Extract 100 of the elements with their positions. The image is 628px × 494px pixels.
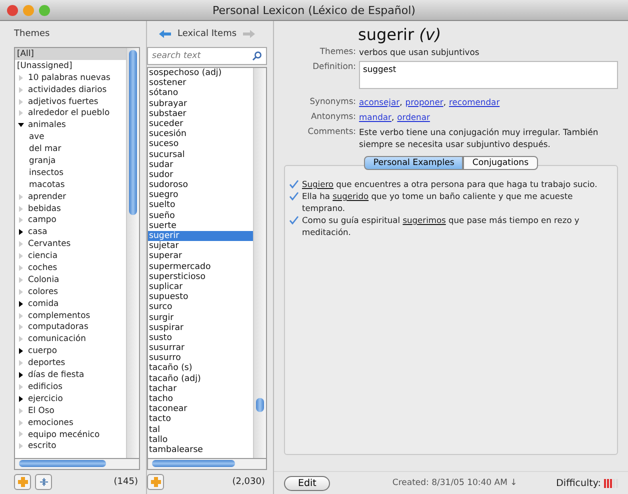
- theme-item[interactable]: computadoras: [15, 321, 126, 334]
- theme-item[interactable]: comida: [15, 298, 126, 310]
- lexical-item[interactable]: tacho: [148, 394, 253, 404]
- disclosure-triangle-icon[interactable]: [19, 396, 23, 402]
- theme-item[interactable]: casa: [15, 226, 126, 238]
- theme-item[interactable]: equipo mecénico: [15, 428, 126, 440]
- lexical-item[interactable]: substaer: [148, 108, 253, 119]
- lexical-item[interactable]: tacto: [148, 414, 253, 425]
- lexical-item[interactable]: tal: [148, 424, 253, 435]
- lexical-item[interactable]: suerte: [148, 220, 253, 231]
- lexical-item[interactable]: susurro: [148, 353, 253, 364]
- theme-item[interactable]: edificios: [15, 380, 126, 393]
- lexical-item[interactable]: sueño: [148, 210, 253, 221]
- lexical-item[interactable]: subrayar: [148, 98, 253, 109]
- lexical-item[interactable]: sospechoso (adj): [148, 68, 253, 78]
- theme-item[interactable]: Colonia: [15, 274, 126, 286]
- lexical-item[interactable]: supermercado: [148, 262, 253, 272]
- lexical-item[interactable]: tambalearse: [148, 444, 253, 456]
- lexical-item[interactable]: susto: [148, 332, 253, 344]
- lexical-item[interactable]: taconear: [148, 404, 253, 414]
- theme-item[interactable]: complementos: [15, 310, 126, 322]
- lexical-item[interactable]: tacaño (adj): [148, 374, 253, 384]
- search-icon[interactable]: [252, 51, 262, 61]
- theme-item[interactable]: colores: [15, 286, 126, 298]
- lexical-item[interactable]: sostener: [148, 78, 253, 88]
- theme-item[interactable]: animales: [15, 119, 126, 132]
- disclosure-triangle-icon[interactable]: [19, 348, 23, 354]
- disclosure-triangle-icon[interactable]: [19, 300, 23, 307]
- lexical-item[interactable]: sudar: [148, 160, 253, 170]
- theme-item[interactable]: insectos: [15, 166, 126, 179]
- theme-item[interactable]: ejercicio: [15, 392, 126, 405]
- tab[interactable]: Conjugations: [463, 156, 538, 170]
- theme-item[interactable]: escrito: [15, 440, 126, 452]
- lexical-item[interactable]: surgir: [148, 312, 253, 323]
- scrollbar[interactable]: [253, 68, 266, 458]
- back-arrow-icon[interactable]: [159, 29, 172, 39]
- lexical-item[interactable]: tacaño (s): [148, 363, 253, 374]
- lexical-item[interactable]: sudoroso: [148, 180, 253, 190]
- lexical-item[interactable]: suegro: [148, 190, 253, 200]
- lexical-item[interactable]: sujetar: [148, 241, 253, 252]
- theme-item[interactable]: macotas: [15, 178, 126, 191]
- theme-item[interactable]: granja: [15, 155, 126, 167]
- theme-item[interactable]: adjetivos fuertes: [15, 96, 126, 108]
- lexical-item[interactable]: suspirar: [148, 322, 253, 333]
- collapse-button[interactable]: [35, 474, 52, 490]
- lexical-item[interactable]: sugerir: [148, 231, 253, 242]
- theme-item[interactable]: coches: [15, 262, 126, 274]
- theme-item[interactable]: emociones: [15, 416, 126, 428]
- theme-item[interactable]: ciencia: [15, 250, 126, 262]
- theme-item[interactable]: bebidas: [15, 202, 126, 214]
- lexical-item[interactable]: suceso: [148, 139, 253, 150]
- synonym-link[interactable]: aconsejar: [359, 97, 400, 107]
- edit-button[interactable]: Edit: [284, 476, 330, 490]
- theme-item[interactable]: El Oso: [15, 404, 126, 417]
- lexical-item[interactable]: supersticioso: [148, 272, 253, 282]
- antonym-link[interactable]: ordenar: [397, 112, 430, 122]
- theme-item[interactable]: ave: [15, 131, 126, 144]
- lexical-item[interactable]: supuesto: [148, 292, 253, 302]
- antonym-link[interactable]: mandar: [359, 112, 392, 122]
- theme-item[interactable]: 10 palabras nuevas: [15, 72, 126, 84]
- theme-item[interactable]: Cervantes: [15, 238, 126, 250]
- theme-item[interactable]: [Unassigned]: [15, 60, 126, 72]
- theme-item[interactable]: del mar: [15, 143, 126, 156]
- lexical-item[interactable]: suelto: [148, 200, 253, 211]
- horizontal-scrollbar[interactable]: [14, 459, 140, 470]
- disclosure-triangle-icon[interactable]: [19, 229, 23, 236]
- scrollbar[interactable]: [126, 48, 139, 458]
- theme-item[interactable]: deportes: [15, 357, 126, 370]
- tab[interactable]: Personal Examples: [364, 156, 464, 170]
- lexical-item[interactable]: tallo: [148, 434, 253, 445]
- lexical-item[interactable]: susurrar: [148, 343, 253, 354]
- horizontal-scrollbar[interactable]: [147, 459, 267, 470]
- close-icon[interactable]: [7, 4, 18, 16]
- lexical-item[interactable]: sucursal: [148, 150, 253, 160]
- lexical-item[interactable]: suplicar: [148, 282, 253, 292]
- lexical-item[interactable]: suceder: [148, 118, 253, 130]
- theme-item[interactable]: [All]: [15, 48, 126, 60]
- theme-item[interactable]: aprender: [15, 190, 126, 203]
- theme-item[interactable]: alrededor el pueblo: [15, 107, 126, 120]
- lexical-item[interactable]: sótano: [148, 88, 253, 99]
- search-field[interactable]: search text: [147, 47, 267, 65]
- theme-item[interactable]: cuerpo: [15, 345, 126, 358]
- lexical-item[interactable]: tachar: [148, 384, 253, 394]
- zoom-icon[interactable]: [39, 4, 50, 16]
- lexical-item[interactable]: sudor: [148, 170, 253, 180]
- theme-item[interactable]: días de fiesta: [15, 369, 126, 381]
- theme-item[interactable]: actividades diarios: [15, 84, 126, 96]
- lexical-item[interactable]: surco: [148, 302, 253, 312]
- lexical-item[interactable]: superar: [148, 251, 253, 262]
- disclosure-triangle-icon[interactable]: [19, 372, 23, 378]
- lexical-item[interactable]: sucesión: [148, 129, 253, 140]
- definition-field[interactable]: suggest: [359, 61, 618, 89]
- add-button[interactable]: [14, 474, 31, 490]
- synonym-link[interactable]: proponer: [405, 97, 444, 107]
- disclosure-triangle-icon[interactable]: [18, 123, 24, 128]
- forward-arrow-icon[interactable]: [242, 29, 255, 39]
- theme-item[interactable]: campo: [15, 214, 126, 226]
- theme-item[interactable]: comunicación: [15, 333, 126, 346]
- synonym-link[interactable]: recomendar: [448, 97, 500, 107]
- add-button[interactable]: [147, 474, 164, 490]
